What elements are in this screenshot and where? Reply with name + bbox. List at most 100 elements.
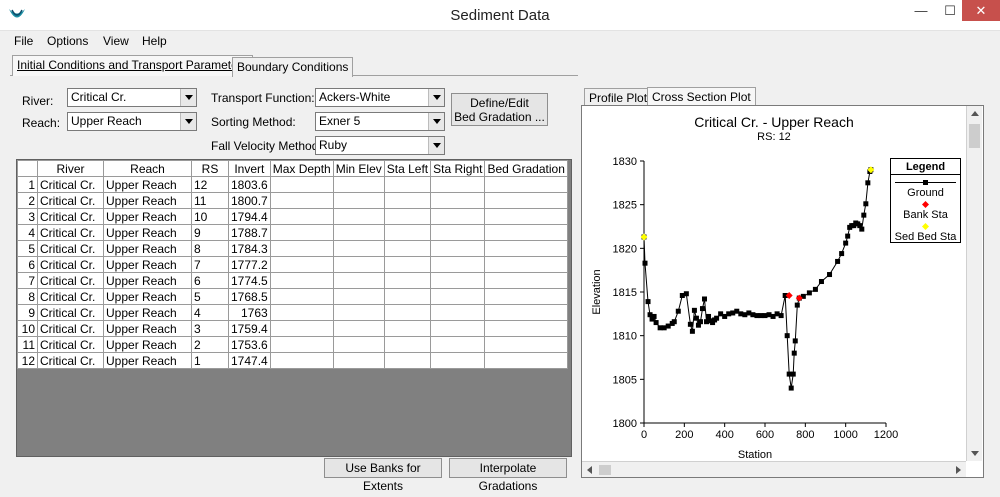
table-cell[interactable]: Upper Reach xyxy=(103,192,192,209)
table-cell[interactable]: 6 xyxy=(191,272,229,289)
table-cell[interactable] xyxy=(430,224,486,241)
table-cell[interactable] xyxy=(484,336,568,353)
close-button[interactable]: ✕ xyxy=(962,0,1000,21)
table-cell[interactable]: 1759.4 xyxy=(228,320,271,337)
table-cell[interactable]: Critical Cr. xyxy=(37,304,104,321)
table-cell[interactable] xyxy=(383,352,432,369)
use-banks-button[interactable]: Use Banks for Extents xyxy=(324,458,442,493)
table-cell[interactable]: Critical Cr. xyxy=(37,176,104,193)
table-cell[interactable] xyxy=(430,352,486,369)
table-cell[interactable] xyxy=(269,176,334,193)
table-cell[interactable] xyxy=(484,352,568,369)
table-cell[interactable]: 1763 xyxy=(228,304,271,321)
interpolate-gradations-button[interactable]: Interpolate Gradations xyxy=(449,458,567,493)
table-cell[interactable] xyxy=(430,240,486,257)
menu-help[interactable]: Help xyxy=(142,34,167,48)
table-cell[interactable] xyxy=(484,320,568,337)
minimize-button[interactable]: — xyxy=(906,0,936,21)
table-cell[interactable]: 1774.5 xyxy=(228,272,271,289)
sorting-method-select[interactable]: Exner 5 xyxy=(315,112,445,131)
table-row[interactable]: 10 Critical Cr. Upper Reach 3 1759.4 xyxy=(17,320,568,337)
plot-horizontal-scrollbar[interactable] xyxy=(582,461,966,477)
table-cell[interactable] xyxy=(269,336,334,353)
table-cell[interactable] xyxy=(383,192,432,209)
table-cell[interactable] xyxy=(484,304,568,321)
table-cell[interactable] xyxy=(430,320,486,337)
table-cell[interactable]: 1788.7 xyxy=(228,224,271,241)
table-cell[interactable] xyxy=(430,256,486,273)
table-cell[interactable]: 4 xyxy=(191,304,229,321)
table-cell[interactable]: 11 xyxy=(191,192,229,209)
table-cell[interactable] xyxy=(269,192,334,209)
table-cell[interactable]: Upper Reach xyxy=(103,336,192,353)
table-cell[interactable]: 1784.3 xyxy=(228,240,271,257)
table-cell[interactable]: 1 xyxy=(191,352,229,369)
table-cell[interactable] xyxy=(332,224,385,241)
menu-view[interactable]: View xyxy=(103,34,129,48)
table-cell[interactable]: Upper Reach xyxy=(103,224,192,241)
table-cell[interactable] xyxy=(484,272,568,289)
table-row[interactable]: 3 Critical Cr. Upper Reach 10 1794.4 xyxy=(17,208,568,225)
table-cell[interactable]: Critical Cr. xyxy=(37,208,104,225)
table-cell[interactable] xyxy=(332,272,385,289)
table-cell[interactable] xyxy=(484,256,568,273)
table-cell[interactable]: 9 xyxy=(191,224,229,241)
table-cell[interactable]: Upper Reach xyxy=(103,352,192,369)
table-cell[interactable] xyxy=(484,288,568,305)
table-cell[interactable]: Upper Reach xyxy=(103,304,192,321)
menu-file[interactable]: File xyxy=(14,34,33,48)
tab-initial-conditions[interactable]: Initial Conditions and Transport Paramet… xyxy=(12,55,253,76)
define-bed-gradation-button[interactable]: Define/Edit Bed Gradation ... xyxy=(451,93,548,126)
table-cell[interactable] xyxy=(332,240,385,257)
table-cell[interactable] xyxy=(430,208,486,225)
table-cell[interactable]: Upper Reach xyxy=(103,256,192,273)
table-cell[interactable] xyxy=(383,240,432,257)
table-cell[interactable] xyxy=(383,256,432,273)
table-row[interactable]: 8 Critical Cr. Upper Reach 5 1768.5 xyxy=(17,288,568,305)
table-cell[interactable] xyxy=(383,224,432,241)
table-cell[interactable]: Critical Cr. xyxy=(37,192,104,209)
table-cell[interactable]: 3 xyxy=(191,320,229,337)
river-select[interactable]: Critical Cr. xyxy=(67,88,197,107)
table-cell[interactable] xyxy=(269,256,334,273)
table-cell[interactable]: Critical Cr. xyxy=(37,272,104,289)
table-cell[interactable]: Upper Reach xyxy=(103,176,192,193)
plot-vertical-scrollbar[interactable] xyxy=(966,106,982,461)
tab-boundary-conditions[interactable]: Boundary Conditions xyxy=(232,57,354,77)
chevron-down-icon[interactable] xyxy=(428,113,444,130)
table-cell[interactable] xyxy=(269,352,334,369)
fall-velocity-select[interactable]: Ruby xyxy=(315,136,445,155)
table-cell[interactable]: Critical Cr. xyxy=(37,224,104,241)
table-cell[interactable]: Upper Reach xyxy=(103,288,192,305)
table-cell[interactable]: 10 xyxy=(191,208,229,225)
table-cell[interactable]: 1777.2 xyxy=(228,256,271,273)
table-cell[interactable] xyxy=(269,272,334,289)
table-cell[interactable]: Upper Reach xyxy=(103,272,192,289)
table-cell[interactable]: 1794.4 xyxy=(228,208,271,225)
table-cell[interactable] xyxy=(332,336,385,353)
maximize-button[interactable]: ☐ xyxy=(935,0,965,21)
table-row[interactable]: 2 Critical Cr. Upper Reach 11 1800.7 xyxy=(17,192,568,209)
table-row[interactable]: 4 Critical Cr. Upper Reach 9 1788.7 xyxy=(17,224,568,241)
table-cell[interactable] xyxy=(269,240,334,257)
table-cell[interactable]: 1803.6 xyxy=(228,176,271,193)
table-cell[interactable] xyxy=(383,336,432,353)
table-cell[interactable] xyxy=(484,240,568,257)
table-cell[interactable]: Upper Reach xyxy=(103,240,192,257)
table-cell[interactable] xyxy=(332,208,385,225)
table-cell[interactable] xyxy=(383,208,432,225)
table-cell[interactable] xyxy=(430,336,486,353)
chevron-down-icon[interactable] xyxy=(428,137,444,154)
tab-cross-section-plot[interactable]: Cross Section Plot xyxy=(647,87,756,106)
table-cell[interactable] xyxy=(269,288,334,305)
table-cell[interactable] xyxy=(269,304,334,321)
table-cell[interactable] xyxy=(332,352,385,369)
table-cell[interactable] xyxy=(430,192,486,209)
table-cell[interactable]: 1800.7 xyxy=(228,192,271,209)
table-cell[interactable] xyxy=(430,304,486,321)
table-cell[interactable] xyxy=(332,256,385,273)
table-cell[interactable] xyxy=(332,176,385,193)
table-cell[interactable] xyxy=(484,224,568,241)
table-cell[interactable] xyxy=(383,304,432,321)
table-cell[interactable] xyxy=(484,192,568,209)
